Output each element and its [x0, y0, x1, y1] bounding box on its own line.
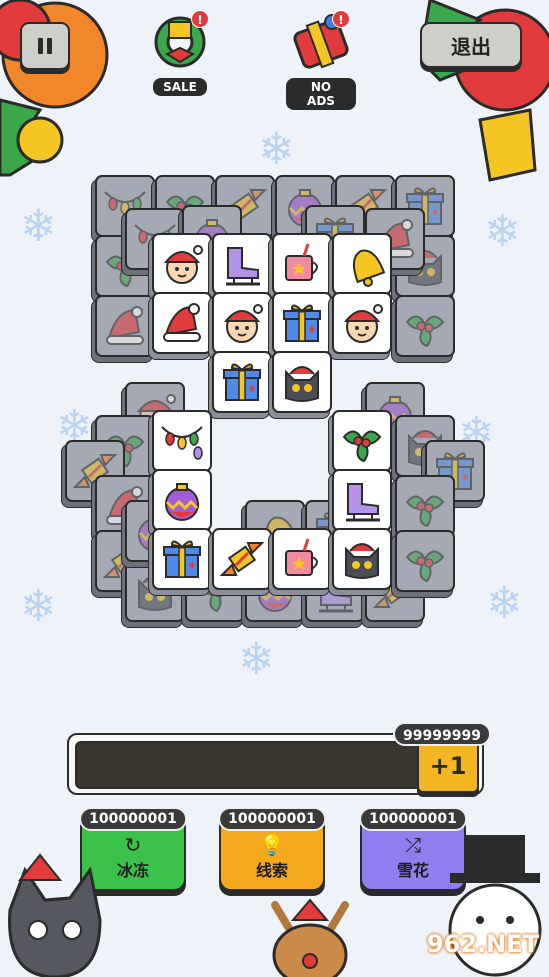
notification-badge: !	[191, 10, 209, 28]
sale-promo-button[interactable]: ! SALE	[145, 10, 215, 96]
ice-skate-icon	[346, 483, 380, 522]
golden-bell-icon	[352, 249, 386, 287]
santa-hat-icon	[106, 306, 144, 345]
ornament-icon	[165, 483, 199, 521]
pause-button[interactable]	[20, 22, 70, 70]
ice-skate-tile[interactable]	[332, 469, 392, 531]
cat-character-icon	[8, 853, 102, 977]
exit-button[interactable]: 退出	[420, 22, 522, 68]
ornament-tile[interactable]	[152, 469, 212, 531]
black-cat-icon	[285, 366, 319, 402]
snowflake-icon: ❄	[486, 578, 523, 629]
hot-cocoa-tile[interactable]	[272, 233, 332, 295]
santa-girl-tile[interactable]	[332, 292, 392, 354]
coin-count-badge: 99999999	[393, 722, 491, 746]
gift-box-icon	[163, 540, 201, 578]
ice-skate-tile[interactable]	[212, 233, 272, 295]
santa-hat-icon	[163, 303, 201, 342]
snowflake-icon: ❄	[484, 206, 521, 257]
snowflake-icon: ❄	[20, 581, 57, 632]
notification-badge: !	[332, 10, 350, 28]
candy-cracker-icon	[219, 542, 265, 576]
golden-bell-tile[interactable]	[332, 233, 392, 295]
sale-label: SALE	[153, 78, 207, 96]
refresh-icon: ↻	[124, 833, 142, 857]
candy-cracker-tile[interactable]	[212, 528, 272, 590]
watermark-logo: 962.NET	[426, 930, 539, 958]
snowflake-icon: ❄	[20, 201, 57, 252]
holly-icon	[405, 315, 445, 348]
hot-cocoa-icon	[285, 243, 318, 281]
freeze-label: 冰冻	[116, 861, 149, 880]
holly-tile[interactable]	[332, 410, 392, 472]
holly-icon	[405, 550, 445, 583]
shuffle-label: 雪花	[396, 861, 429, 880]
shuffle-icon: ⤮	[405, 833, 421, 857]
lightbulb-icon: 💡	[259, 833, 285, 857]
gift-box-icon	[283, 304, 321, 342]
black-cat-tile[interactable]	[332, 528, 392, 590]
hint-label: 线索	[255, 861, 288, 880]
hot-cocoa-icon	[285, 538, 318, 576]
snowflake-icon: ❄	[258, 124, 295, 175]
santa-girl-icon	[343, 304, 383, 343]
black-cat-icon	[345, 543, 379, 579]
santa-hat-tile[interactable]	[152, 292, 212, 354]
santa-girl-tile[interactable]	[152, 233, 212, 295]
ice-skate-icon	[226, 247, 260, 286]
freeze-count: 100000001	[79, 807, 187, 831]
black-cat-tile[interactable]	[272, 351, 332, 413]
pause-icon	[38, 38, 52, 54]
string-lights-icon	[161, 426, 203, 460]
holly-icon	[405, 495, 445, 528]
santa-girl-icon	[163, 245, 203, 284]
gift-box-tile[interactable]	[152, 528, 212, 590]
reindeer-character-icon	[271, 898, 349, 977]
holly-icon	[342, 430, 382, 463]
snowflake-icon: ❄	[238, 634, 275, 685]
gift-box-tile[interactable]	[272, 292, 332, 354]
shuffle-count: 100000001	[359, 807, 467, 831]
hint-count: 100000001	[218, 807, 326, 831]
santa-girl-tile[interactable]	[212, 292, 272, 354]
covered-tile	[395, 530, 455, 592]
no-ads-promo-button[interactable]: ! NO ADS	[286, 10, 356, 110]
gift-box-icon	[223, 363, 261, 401]
tile-tray-slots	[75, 741, 430, 789]
covered-tile	[395, 475, 455, 537]
santa-girl-icon	[223, 304, 263, 343]
covered-tile	[395, 295, 455, 357]
covered-tile	[95, 295, 155, 357]
hot-cocoa-tile[interactable]	[272, 528, 332, 590]
hint-powerup-button[interactable]: 100000001 💡 线索	[218, 807, 326, 891]
no-ads-label: NO ADS	[286, 78, 356, 110]
string-lights-tile[interactable]	[152, 410, 212, 472]
gift-box-tile[interactable]	[212, 351, 272, 413]
